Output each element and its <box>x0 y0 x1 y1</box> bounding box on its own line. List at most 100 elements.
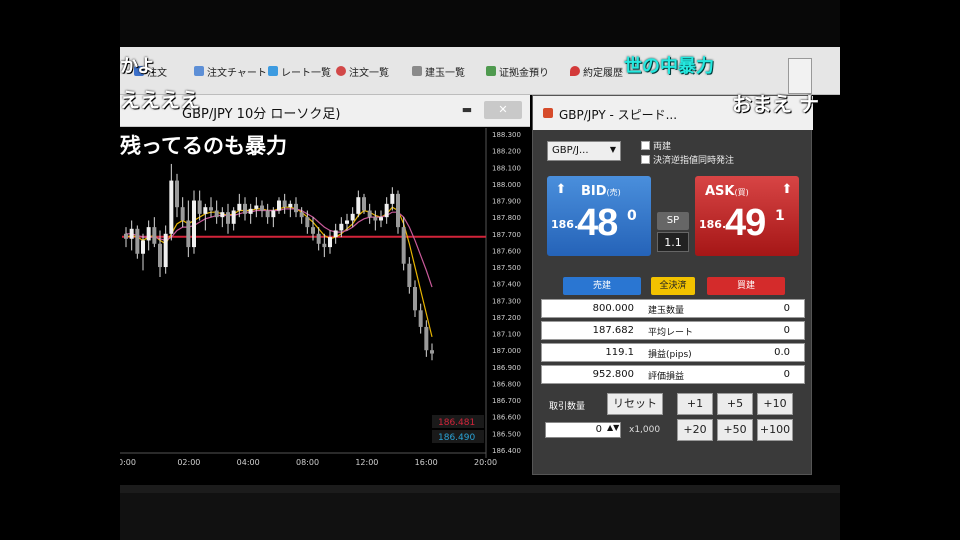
candle-body <box>226 212 230 224</box>
last-bid-tag: 186.481 <box>438 418 475 428</box>
candle-body <box>367 210 372 218</box>
candle-body <box>413 287 417 311</box>
candle-body <box>322 243 327 248</box>
arrow-up-icon: ⬆ <box>555 182 567 197</box>
step-plus-10-button[interactable]: +10 <box>757 393 793 415</box>
candle-body <box>146 227 151 241</box>
price-tick-label: 188.300 <box>492 131 521 139</box>
candle-body <box>220 212 225 218</box>
toolbar-history[interactable]: 約定履歴 <box>570 63 623 79</box>
chart-icon <box>194 66 204 76</box>
ask-buy-button[interactable]: ASK(買) ⬆ 186. 49 1 <box>695 176 799 256</box>
margin-icon <box>486 66 496 76</box>
toolbar-order-list[interactable]: 注文一覧 <box>336 63 389 79</box>
time-tick-label: 12:00 <box>355 458 378 467</box>
ask-label-text: ASK <box>705 184 735 199</box>
candle-body <box>356 197 361 214</box>
price-tick-label: 187.900 <box>492 198 521 206</box>
candle-body <box>192 200 196 248</box>
bid-label: BID(売) <box>581 184 621 199</box>
viewer-comment: 残ってるのも暴力 <box>120 134 287 158</box>
toolbar-margin-label: 证拠金預り <box>499 67 549 79</box>
taskbar-band <box>120 485 840 493</box>
spread-label: SP <box>657 212 689 230</box>
valuation-label: 評価損益 <box>648 372 685 382</box>
quantity-stepper-icon[interactable]: ▲▼ <box>607 423 619 432</box>
price-tick-label: 186.700 <box>492 397 521 405</box>
price-tick-label: 187.200 <box>492 314 521 322</box>
settle-stop-label: 決済逆指値同時発注 <box>653 155 735 166</box>
both-ways-checkbox[interactable] <box>641 140 650 150</box>
average-rate-value: 187.682 <box>592 325 634 336</box>
toolbar-margin[interactable]: 证拠金預り <box>486 63 549 79</box>
step-plus-50-button[interactable]: +50 <box>717 419 753 441</box>
step-plus-1-button[interactable]: +1 <box>677 393 713 415</box>
settle-stop-option[interactable]: 決済逆指値同時発注 <box>641 153 735 166</box>
step-plus-100-button[interactable]: +100 <box>757 419 793 441</box>
candle-body <box>180 207 185 221</box>
price-tick-label: 187.500 <box>492 264 521 272</box>
position-quantity-value: 800.000 <box>592 303 634 314</box>
buy-position-button[interactable]: 買建 <box>707 277 785 295</box>
price-tick-label: 187.400 <box>492 281 521 289</box>
pips-label: 損益(pips) <box>648 350 692 360</box>
toolbar-order-chart[interactable]: 注文チャート <box>194 63 267 79</box>
viewer-comment: ええええ <box>120 88 200 112</box>
close-all-button[interactable]: 全決済 <box>651 277 695 295</box>
viewer-comment: 世の中暴力 <box>624 56 714 77</box>
position-quantity-label: 建玉数量 <box>648 306 685 316</box>
reset-button[interactable]: リセット <box>607 393 663 415</box>
candle-body <box>288 203 293 208</box>
close-icon[interactable]: ✕ <box>484 101 522 119</box>
toolbar-position-list-label: 建玉一覧 <box>425 67 465 79</box>
both-ways-option[interactable]: 両建 <box>641 139 671 152</box>
pips-right: 0.0 <box>774 347 790 358</box>
candle-body <box>379 217 383 221</box>
position-icon <box>412 66 422 76</box>
speed-order-window: GBP/JPY - スピード... GBP/J... ▼ 両建 決済逆指値同時発… <box>532 95 813 475</box>
sell-position-button[interactable]: 売建 <box>563 277 641 295</box>
ask-price-prefix: 186. <box>699 218 727 231</box>
step-plus-20-button[interactable]: +20 <box>677 419 713 441</box>
price-tick-label: 187.600 <box>492 247 521 255</box>
time-tick-label: 0:00 <box>120 458 136 467</box>
candle-body <box>345 220 349 224</box>
toolbar-position-list[interactable]: 建玉一覧 <box>412 63 465 79</box>
ask-label: ASK(買) <box>705 184 749 199</box>
last-ask-tag: 186.490 <box>438 433 475 443</box>
candle-body <box>141 240 145 254</box>
toolbar-rate-list[interactable]: レート一覧 <box>268 63 331 79</box>
candle-body <box>277 200 281 211</box>
price-tick-label: 186.800 <box>492 380 521 388</box>
time-tick-label: 16:00 <box>415 458 438 467</box>
candlestick-chart[interactable]: 188.300 188.200 188.100 188.000 187.900 187.8… <box>120 128 530 467</box>
spread-value: 1.1 <box>657 232 689 252</box>
spread-box: SP 1.1 <box>657 212 689 252</box>
trade-quantity-label: 取引数量 <box>549 402 586 412</box>
bid-price-big: 48 <box>577 202 618 244</box>
viewer-comment: かよ <box>120 56 156 77</box>
candle-body <box>260 205 264 211</box>
settle-stop-checkbox[interactable] <box>641 154 650 164</box>
candle-body <box>384 203 389 218</box>
candle-body <box>209 207 213 211</box>
toolbar-rate-list-label: レート一覧 <box>281 67 331 79</box>
candle-body <box>339 223 344 231</box>
candle-body <box>186 220 191 248</box>
bid-label-text: BID <box>581 184 607 199</box>
candle-body <box>152 227 157 244</box>
step-plus-5-button[interactable]: +5 <box>717 393 753 415</box>
candle-body <box>271 210 276 218</box>
price-tick-label: 188.000 <box>492 181 521 189</box>
candle-body <box>418 310 423 327</box>
minimize-icon[interactable]: ▬ <box>456 101 478 119</box>
bid-sell-button[interactable]: ⬆ BID(売) 186. 48 0 <box>547 176 651 256</box>
currency-pair-select[interactable]: GBP/J... ▼ <box>547 141 621 161</box>
chart-title: GBP/JPY 10分 ローソク足) <box>182 107 341 122</box>
price-tick-label: 186.900 <box>492 364 521 372</box>
candle-body <box>316 233 321 244</box>
history-icon <box>570 66 580 76</box>
candle-body <box>243 203 247 214</box>
bid-sub-label: (売) <box>606 188 621 197</box>
candle-body <box>396 193 400 228</box>
